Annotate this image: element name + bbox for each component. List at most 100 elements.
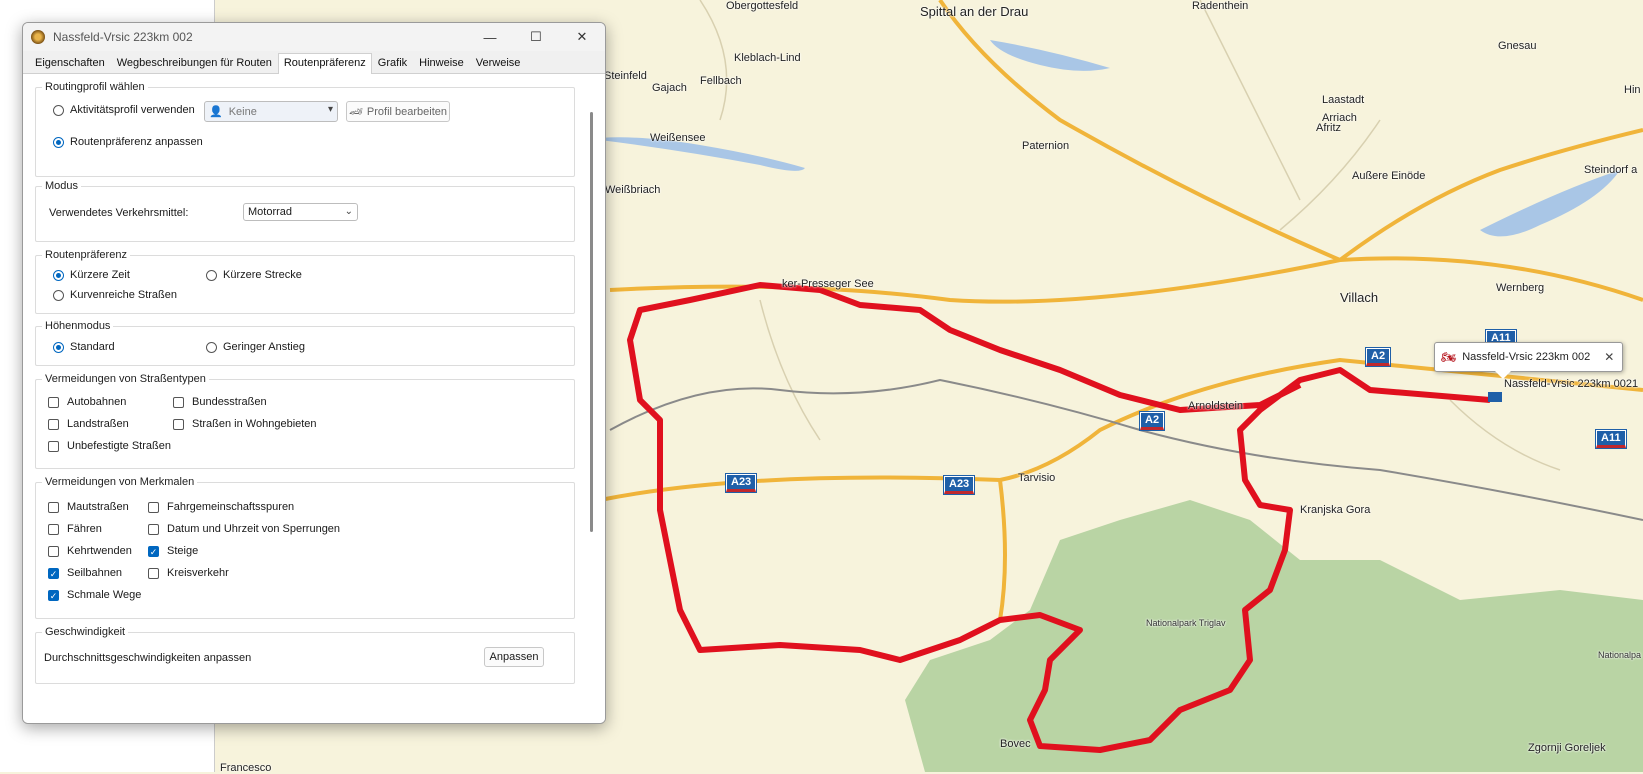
avoid-federal-roads-checkbox[interactable]: Bundesstraßen: [173, 396, 267, 408]
checkbox-label: Landstraßen: [67, 418, 129, 430]
avoid-cable-cars-checkbox[interactable]: ✓ Seilbahnen: [48, 567, 122, 579]
avoid-closures-checkbox[interactable]: Datum und Uhrzeit von Sperrungen: [148, 523, 340, 535]
checkbox-label: Schmale Wege: [67, 589, 142, 601]
tab-wegbeschreibungen[interactable]: Wegbeschreibungen für Routen: [111, 53, 278, 73]
checkbox-checked[interactable]: ✓: [48, 567, 59, 579]
avoid-tolls-checkbox[interactable]: Mautstraßen: [48, 501, 129, 513]
minimize-button[interactable]: —: [467, 30, 513, 45]
scrollbar[interactable]: [590, 112, 593, 532]
tab-verweise[interactable]: Verweise: [470, 53, 527, 73]
radio-label: Standard: [70, 341, 115, 353]
avoid-country-roads-checkbox[interactable]: Landstraßen: [48, 418, 129, 430]
avoid-residential-checkbox[interactable]: Straßen in Wohngebieten: [173, 418, 317, 430]
map-label: Hin: [1624, 84, 1641, 96]
tab-bar: Eigenschaften Wegbeschreibungen für Rout…: [23, 51, 605, 74]
shorter-time-radio[interactable]: Kürzere Zeit: [53, 269, 130, 281]
radio-button-selected[interactable]: [53, 136, 64, 148]
radio-button-selected[interactable]: [53, 341, 64, 353]
low-climb-radio[interactable]: Geringer Anstieg: [206, 341, 305, 353]
avoid-narrow-roads-checkbox[interactable]: ✓ Schmale Wege: [48, 589, 141, 601]
curvy-roads-radio[interactable]: Kurvenreiche Straßen: [53, 289, 177, 301]
map-label: Weißbriach: [605, 184, 661, 196]
transport-label: Verwendetes Verkehrsmittel:: [49, 207, 189, 219]
radio-button-selected[interactable]: [53, 269, 64, 281]
map-label: Fellbach: [700, 75, 742, 87]
group-title: Vermeidungen von Merkmalen: [42, 476, 198, 488]
radio-label: Kürzere Zeit: [70, 269, 130, 281]
tab-eigenschaften[interactable]: Eigenschaften: [29, 53, 111, 73]
checkbox[interactable]: [148, 501, 159, 513]
radio-label: Aktivitätsprofil verwenden: [70, 104, 195, 116]
transport-value: Motorrad: [248, 206, 293, 218]
checkbox[interactable]: [173, 418, 184, 430]
use-activity-profile-radio[interactable]: Aktivitätsprofil verwenden: [53, 104, 195, 116]
radio-button[interactable]: [206, 341, 217, 353]
map-label: Bovec: [1000, 738, 1031, 750]
title-bar[interactable]: Nassfeld-Vrsic 223km 002 — ☐ ✕: [23, 23, 605, 51]
map-label: Paternion: [1022, 140, 1070, 152]
checkbox-label: Datum und Uhrzeit von Sperrungen: [167, 523, 341, 535]
checkbox[interactable]: [173, 396, 184, 408]
map-label: Außere Einöde: [1352, 170, 1426, 182]
speed-group: Geschwindigkeit Durchschnittsgeschwindig…: [35, 626, 575, 684]
map-label: Afritz: [1316, 122, 1342, 134]
checkbox-checked[interactable]: ✓: [148, 545, 159, 557]
tab-hinweise[interactable]: Hinweise: [413, 53, 470, 73]
maximize-button[interactable]: ☐: [513, 29, 559, 45]
map-label: Radenthein: [1192, 0, 1249, 12]
shorter-distance-radio[interactable]: Kürzere Strecke: [206, 269, 302, 281]
map-label: Nationalpa: [1598, 650, 1642, 660]
checkbox[interactable]: [48, 396, 59, 408]
avoid-highways-checkbox[interactable]: Autobahnen: [48, 396, 126, 408]
radio-label: Kürzere Strecke: [223, 269, 302, 281]
map-label: Weißensee: [650, 132, 706, 144]
routing-profile-group: Routingprofil wählen Aktivitätsprofil ve…: [35, 81, 575, 177]
route-callout[interactable]: 🏍 Nassfeld-Vrsic 223km 002 ✕: [1434, 342, 1624, 379]
checkbox[interactable]: [48, 418, 59, 430]
checkbox[interactable]: [148, 523, 159, 535]
edit-profile-button[interactable]: 🏎 Profil bearbeiten: [346, 101, 450, 122]
tab-grafik[interactable]: Grafik: [372, 53, 413, 73]
waypoint-label[interactable]: Nassfeld-Vrsic 223km 0021: [1504, 378, 1638, 390]
checkbox[interactable]: [48, 501, 59, 513]
avoid-features-group: Vermeidungen von Merkmalen Mautstraßen F…: [35, 476, 575, 619]
tab-content: Routingprofil wählen Aktivitätsprofil ve…: [23, 74, 605, 723]
avoid-carpool-checkbox[interactable]: Fahrgemeinschaftsspuren: [148, 501, 294, 513]
radio-button[interactable]: [53, 289, 64, 301]
avoid-unpaved-checkbox[interactable]: Unbefestigte Straßen: [48, 440, 171, 452]
checkbox-label: Unbefestigte Straßen: [67, 440, 171, 452]
radio-button[interactable]: [206, 269, 217, 281]
map-label: Zgornji Goreljek: [1528, 742, 1606, 754]
transport-select[interactable]: Motorrad ⌄: [243, 203, 358, 221]
profile-select[interactable]: 👤 Keine ▾: [204, 101, 338, 122]
checkbox[interactable]: [48, 440, 59, 452]
checkbox[interactable]: [48, 545, 59, 557]
close-icon[interactable]: ✕: [1604, 350, 1614, 364]
avoid-roundabouts-checkbox[interactable]: Kreisverkehr: [148, 567, 229, 579]
profile-value: Keine: [228, 105, 257, 118]
checkbox-checked[interactable]: ✓: [48, 589, 59, 601]
route-properties-dialog: Nassfeld-Vrsic 223km 002 — ☐ ✕ Eigenscha…: [22, 22, 606, 724]
tab-routenpraeferenz[interactable]: Routenpräferenz: [277, 53, 372, 74]
customize-preference-radio[interactable]: Routenpräferenz anpassen: [53, 136, 203, 148]
highway-shield: A2: [1366, 348, 1391, 366]
checkbox[interactable]: [48, 523, 59, 535]
map-label: ker-Presseger See: [782, 278, 874, 290]
checkbox-label: Kreisverkehr: [167, 567, 229, 579]
avoid-uturns-checkbox[interactable]: Kehrtwenden: [48, 545, 132, 557]
radio-button[interactable]: [53, 104, 64, 116]
checkbox-label: Autobahnen: [67, 396, 127, 408]
map-label: Steinfeld: [604, 70, 647, 82]
map-label: Tarvisio: [1018, 472, 1056, 484]
avoid-climbs-checkbox[interactable]: ✓ Steige: [148, 545, 198, 557]
radio-label: Routenpräferenz anpassen: [70, 136, 203, 148]
checkbox[interactable]: [148, 567, 159, 579]
checkbox-label: Seilbahnen: [67, 567, 123, 579]
motorcycle-icon: 🏍: [1441, 350, 1457, 364]
close-button[interactable]: ✕: [559, 29, 605, 45]
standard-radio[interactable]: Standard: [53, 341, 115, 353]
speed-label: Durchschnittsgeschwindigkeiten anpassen: [44, 652, 252, 664]
avoid-ferries-checkbox[interactable]: Fähren: [48, 523, 102, 535]
map-label: Obergottesfeld: [726, 0, 799, 12]
adjust-speed-button[interactable]: Anpassen: [484, 647, 544, 667]
